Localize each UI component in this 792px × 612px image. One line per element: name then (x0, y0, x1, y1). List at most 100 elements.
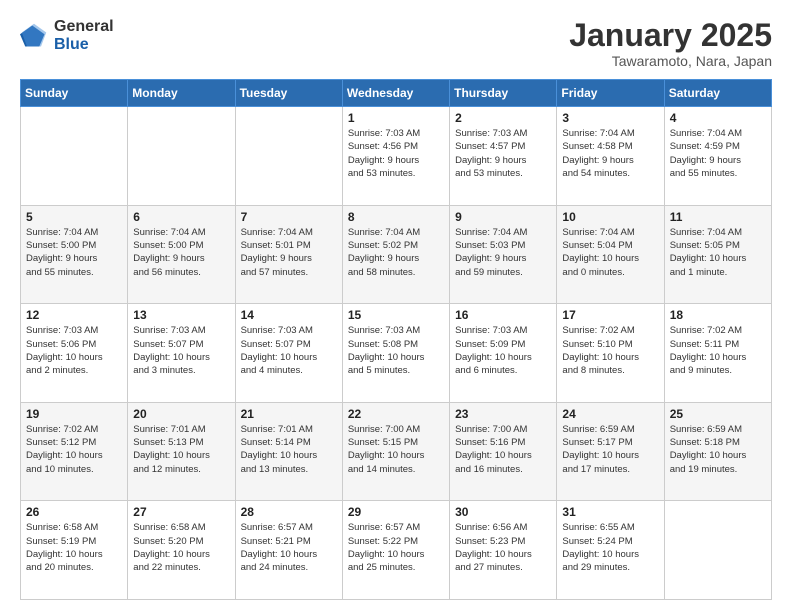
day-number: 29 (348, 505, 444, 519)
calendar-cell: 21 Sunrise: 7:01 AM Sunset: 5:14 PM Dayli… (235, 402, 342, 501)
day-info: Sunrise: 7:03 AM Sunset: 5:08 PM Dayligh… (348, 324, 444, 377)
header-monday: Monday (128, 80, 235, 107)
calendar-cell: 10Sunrise: 7:04 AM Sunset: 5:04 PM Dayli… (557, 205, 664, 304)
calendar-cell: 9 Sunrise: 7:04 AM Sunset: 5:03 PM Daylig… (450, 205, 557, 304)
calendar-cell: 25Sunrise: 6:59 AM Sunset: 5:18 PM Dayli… (664, 402, 771, 501)
day-number: 3 (562, 111, 658, 125)
calendar-cell: 18 Sunrise: 7:02 AM Sunset: 5:11 PM Dayli… (664, 304, 771, 403)
logo: General Blue (20, 18, 114, 53)
day-info: Sunrise: 6:56 AM Sunset: 5:23 PM Dayligh… (455, 521, 551, 574)
day-number: 16 (455, 308, 551, 322)
calendar-cell: 4 Sunrise: 7:04 AM Sunset: 4:59 PM Daylig… (664, 107, 771, 206)
calendar-location: Tawaramoto, Nara, Japan (569, 53, 772, 69)
day-number: 18 (670, 308, 766, 322)
day-info: Sunrise: 7:04 AM Sunset: 5:04 PM Dayligh… (562, 226, 658, 279)
calendar-cell: 3 Sunrise: 7:04 AM Sunset: 4:58 PM Daylig… (557, 107, 664, 206)
weekday-header-row: Sunday Monday Tuesday Wednesday Thursday… (21, 80, 772, 107)
day-number: 1 (348, 111, 444, 125)
calendar-cell: 11Sunrise: 7:04 AM Sunset: 5:05 PM Dayli… (664, 205, 771, 304)
day-info: Sunrise: 7:02 AM Sunset: 5:11 PM Dayligh… (670, 324, 766, 377)
logo-general-text: General (54, 18, 114, 36)
calendar-title: January 2025 (569, 18, 772, 53)
calendar-cell: 24Sunrise: 6:59 AM Sunset: 5:17 PM Dayli… (557, 402, 664, 501)
day-info: Sunrise: 6:57 AM Sunset: 5:22 PM Dayligh… (348, 521, 444, 574)
day-info: Sunrise: 7:02 AM Sunset: 5:12 PM Dayligh… (26, 423, 122, 476)
calendar-cell: 26 Sunrise: 6:58 AM Sunset: 5:19 PM Dayli… (21, 501, 128, 600)
calendar-cell: 14Sunrise: 7:03 AM Sunset: 5:07 PM Dayli… (235, 304, 342, 403)
day-info: Sunrise: 7:03 AM Sunset: 5:09 PM Dayligh… (455, 324, 551, 377)
page: General Blue January 2025 Tawaramoto, Na… (0, 0, 792, 612)
logo-blue-text: Blue (54, 36, 114, 54)
day-number: 25 (670, 407, 766, 421)
day-number: 24 (562, 407, 658, 421)
day-info: Sunrise: 7:04 AM Sunset: 5:05 PM Dayligh… (670, 226, 766, 279)
day-number: 13 (133, 308, 229, 322)
calendar-cell: 7Sunrise: 7:04 AM Sunset: 5:01 PM Daylig… (235, 205, 342, 304)
day-number: 15 (348, 308, 444, 322)
day-number: 30 (455, 505, 551, 519)
day-number: 14 (241, 308, 337, 322)
calendar-cell (235, 107, 342, 206)
day-info: Sunrise: 7:02 AM Sunset: 5:10 PM Dayligh… (562, 324, 658, 377)
day-info: Sunrise: 7:04 AM Sunset: 5:00 PM Dayligh… (26, 226, 122, 279)
header: General Blue January 2025 Tawaramoto, Na… (20, 18, 772, 69)
day-info: Sunrise: 7:03 AM Sunset: 4:57 PM Dayligh… (455, 127, 551, 180)
calendar-cell: 22 Sunrise: 7:00 AM Sunset: 5:15 PM Dayli… (342, 402, 449, 501)
day-number: 23 (455, 407, 551, 421)
calendar-cell (128, 107, 235, 206)
day-number: 12 (26, 308, 122, 322)
day-number: 26 (26, 505, 122, 519)
calendar-cell: 12Sunrise: 7:03 AM Sunset: 5:06 PM Dayli… (21, 304, 128, 403)
day-number: 19 (26, 407, 122, 421)
header-tuesday: Tuesday (235, 80, 342, 107)
calendar-cell: 28 Sunrise: 6:57 AM Sunset: 5:21 PM Dayli… (235, 501, 342, 600)
calendar-cell: 20 Sunrise: 7:01 AM Sunset: 5:13 PM Dayli… (128, 402, 235, 501)
day-number: 20 (133, 407, 229, 421)
day-info: Sunrise: 7:01 AM Sunset: 5:14 PM Dayligh… (241, 423, 337, 476)
calendar-week-2: 12Sunrise: 7:03 AM Sunset: 5:06 PM Dayli… (21, 304, 772, 403)
header-sunday: Sunday (21, 80, 128, 107)
day-info: Sunrise: 7:04 AM Sunset: 5:00 PM Dayligh… (133, 226, 229, 279)
calendar-week-1: 5 Sunrise: 7:04 AM Sunset: 5:00 PM Daylig… (21, 205, 772, 304)
day-info: Sunrise: 6:58 AM Sunset: 5:19 PM Dayligh… (26, 521, 122, 574)
day-number: 4 (670, 111, 766, 125)
calendar-cell: 23Sunrise: 7:00 AM Sunset: 5:16 PM Dayli… (450, 402, 557, 501)
day-number: 28 (241, 505, 337, 519)
day-number: 2 (455, 111, 551, 125)
day-number: 21 (241, 407, 337, 421)
day-info: Sunrise: 7:03 AM Sunset: 5:07 PM Dayligh… (133, 324, 229, 377)
day-info: Sunrise: 6:55 AM Sunset: 5:24 PM Dayligh… (562, 521, 658, 574)
day-info: Sunrise: 6:57 AM Sunset: 5:21 PM Dayligh… (241, 521, 337, 574)
day-info: Sunrise: 7:03 AM Sunset: 4:56 PM Dayligh… (348, 127, 444, 180)
header-friday: Friday (557, 80, 664, 107)
day-number: 17 (562, 308, 658, 322)
calendar-week-0: 1 Sunrise: 7:03 AM Sunset: 4:56 PM Daylig… (21, 107, 772, 206)
calendar-cell: 29 Sunrise: 6:57 AM Sunset: 5:22 PM Dayli… (342, 501, 449, 600)
day-info: Sunrise: 7:04 AM Sunset: 4:59 PM Dayligh… (670, 127, 766, 180)
calendar-table: Sunday Monday Tuesday Wednesday Thursday… (20, 79, 772, 600)
calendar-week-3: 19 Sunrise: 7:02 AM Sunset: 5:12 PM Dayli… (21, 402, 772, 501)
calendar-cell: 19 Sunrise: 7:02 AM Sunset: 5:12 PM Dayli… (21, 402, 128, 501)
title-block: January 2025 Tawaramoto, Nara, Japan (569, 18, 772, 69)
calendar-cell: 27Sunrise: 6:58 AM Sunset: 5:20 PM Dayli… (128, 501, 235, 600)
day-info: Sunrise: 7:04 AM Sunset: 4:58 PM Dayligh… (562, 127, 658, 180)
calendar-cell: 15 Sunrise: 7:03 AM Sunset: 5:08 PM Dayli… (342, 304, 449, 403)
calendar-cell: 6Sunrise: 7:04 AM Sunset: 5:00 PM Daylig… (128, 205, 235, 304)
calendar-cell: 30 Sunrise: 6:56 AM Sunset: 5:23 PM Dayli… (450, 501, 557, 600)
header-thursday: Thursday (450, 80, 557, 107)
day-info: Sunrise: 7:04 AM Sunset: 5:02 PM Dayligh… (348, 226, 444, 279)
day-number: 9 (455, 210, 551, 224)
day-number: 22 (348, 407, 444, 421)
day-number: 8 (348, 210, 444, 224)
calendar-cell: 31Sunrise: 6:55 AM Sunset: 5:24 PM Dayli… (557, 501, 664, 600)
logo-text: General Blue (54, 18, 114, 53)
logo-icon (20, 22, 48, 50)
calendar-cell: 13 Sunrise: 7:03 AM Sunset: 5:07 PM Dayli… (128, 304, 235, 403)
day-info: Sunrise: 7:01 AM Sunset: 5:13 PM Dayligh… (133, 423, 229, 476)
day-number: 5 (26, 210, 122, 224)
day-info: Sunrise: 7:00 AM Sunset: 5:15 PM Dayligh… (348, 423, 444, 476)
day-info: Sunrise: 7:04 AM Sunset: 5:03 PM Dayligh… (455, 226, 551, 279)
calendar-cell (21, 107, 128, 206)
day-number: 7 (241, 210, 337, 224)
calendar-cell: 8 Sunrise: 7:04 AM Sunset: 5:02 PM Daylig… (342, 205, 449, 304)
